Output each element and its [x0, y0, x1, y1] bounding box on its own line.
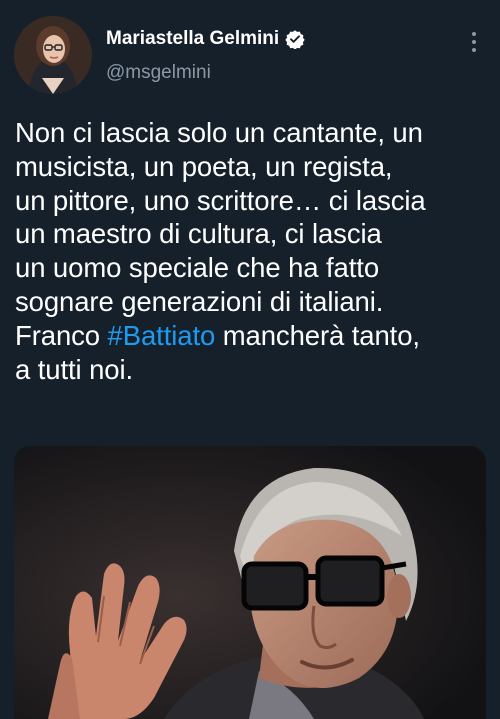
photo-franco-battiato: [14, 446, 486, 719]
more-dot: [472, 48, 476, 52]
author-name[interactable]: Mariastella Gelmini: [106, 28, 279, 50]
tweet-line: un maestro di cultura, ci lascia: [15, 218, 382, 250]
tweet-line: Non ci lascia solo un cantante, un: [15, 117, 423, 148]
tweet-text-segment: mancherà tanto,: [215, 319, 420, 351]
author-name-row[interactable]: Mariastella Gelmini: [106, 28, 305, 50]
more-dot: [472, 40, 476, 44]
more-dot: [472, 32, 476, 36]
tweet-photo[interactable]: [14, 446, 486, 719]
tweet-line: un pittore, uno scrittore… ci lascia: [15, 184, 426, 216]
author-avatar[interactable]: [14, 16, 92, 94]
tweet-line: un uomo speciale che ha fatto: [15, 252, 380, 284]
tweet-line: Franco #Battiato mancherà tanto,: [15, 319, 493, 353]
avatar-portrait: [14, 16, 92, 94]
tweet-text-segment: Franco: [15, 319, 108, 351]
tweet-line: a tutti noi.: [15, 353, 134, 385]
tweet-line: sognare generazioni di italiani.: [15, 285, 384, 317]
author-handle[interactable]: @msgelmini: [106, 62, 211, 84]
tweet-card: Mariastella Gelmini @msgelmini Non ci la…: [0, 0, 500, 719]
more-options-icon[interactable]: [462, 26, 486, 58]
verified-badge-icon: [285, 29, 305, 50]
hashtag-link[interactable]: #Battiato: [108, 320, 216, 351]
tweet-line: musicista, un poeta, un regista,: [15, 150, 393, 182]
tweet-text: Non ci lascia solo un cantante, un music…: [15, 116, 493, 386]
